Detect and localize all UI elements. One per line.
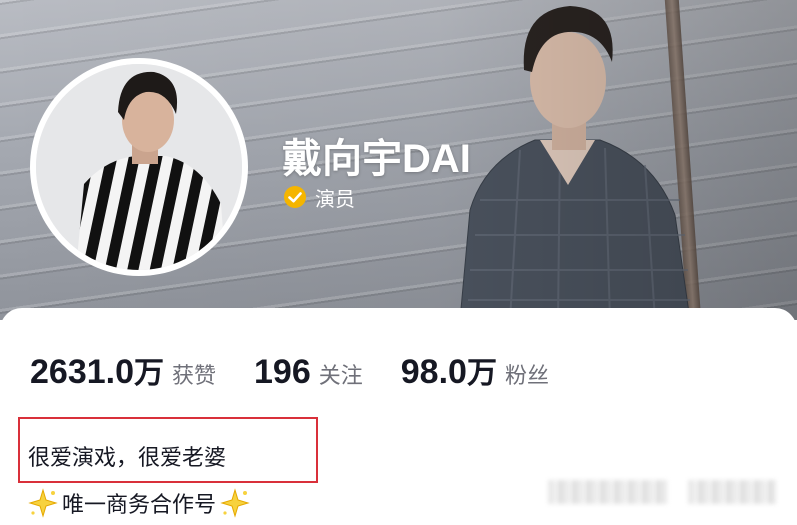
blurred-watermark [548, 480, 668, 504]
stat-following-number: 196 [254, 353, 311, 391]
stat-likes[interactable]: 2631.0 万 获赞 [30, 348, 216, 392]
bio-text-line-1: 很爱演戏，很爱老婆 [28, 446, 227, 471]
sparkle-star-icon [28, 488, 58, 518]
blurred-watermark [688, 480, 776, 504]
sparkle-star-icon [220, 488, 250, 518]
avatar-person-illustration [36, 64, 242, 270]
profile-stats: 2631.0 万 获赞 196 关注 98.0 万 粉丝 [30, 348, 587, 392]
stat-followers[interactable]: 98.0 万 粉丝 [401, 348, 549, 392]
avatar-photo [36, 64, 242, 270]
stat-likes-number: 2631.0 [30, 353, 134, 391]
stat-likes-unit: 万 [134, 356, 164, 391]
verified-label: 演员 [315, 186, 355, 211]
stat-following[interactable]: 196 关注 [254, 353, 363, 392]
verified-badge-icon [284, 186, 306, 208]
stat-followers-number: 98.0 [400, 353, 467, 391]
stat-followers-unit: 万 [466, 356, 497, 391]
bio-business-text: 唯一商务合作号 [62, 493, 217, 518]
stat-followers-label: 粉丝 [504, 364, 549, 389]
stat-likes-label: 获赞 [172, 364, 217, 389]
bio-text-line-2: 唯一商务合作号 [28, 487, 250, 519]
profile-name: 戴向宇DAI [282, 137, 471, 181]
profile-avatar[interactable] [30, 58, 248, 276]
stat-following-label: 关注 [318, 364, 363, 389]
verified-tag: 演员 [283, 183, 355, 211]
